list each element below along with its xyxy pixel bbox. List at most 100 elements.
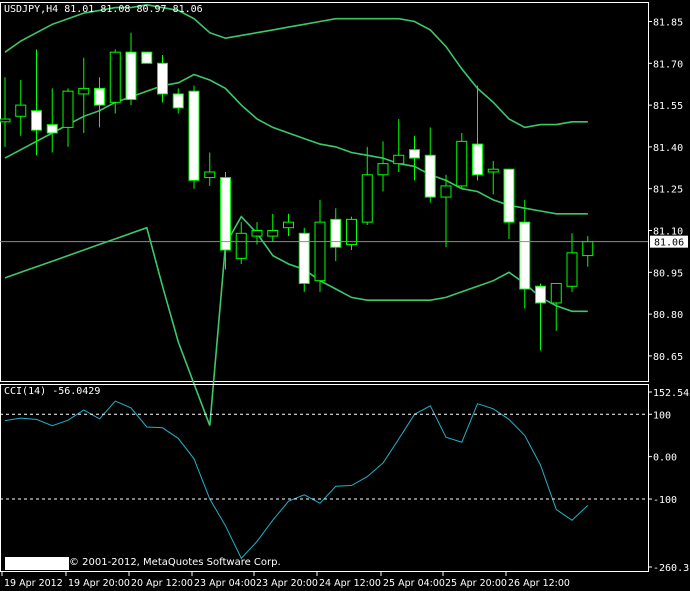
candle-body-down [157,62,168,95]
candle[interactable] [172,88,184,114]
candle-body-up [314,221,326,282]
candle-body-down [94,87,105,106]
time-tick-label: 19 Apr 20:00 [68,578,130,589]
candle-body-up [109,51,121,103]
cci-title: CCI(14) [4,386,47,397]
price-tick-label: 80.80 [653,310,683,321]
candle[interactable] [487,160,499,195]
candle-body-down [220,177,231,251]
bollinger-bands [4,3,588,426]
candle-body-up [346,218,357,245]
cci-header: CCI(14) -56.0429 [4,386,100,397]
candle-body-up [62,90,74,128]
cci-current-value: -56.0429 [52,386,101,397]
symbol-label: USDJPY,H4 [4,4,59,15]
candle[interactable] [424,127,436,203]
time-tick-label: 25 Apr 04:00 [383,578,445,589]
candle-body-up [487,168,499,173]
candle-body-up [78,87,90,95]
candle-body-up [283,221,294,229]
cci-axis: 152.5452 100 0.00 -100 -260.3164 [0,388,690,574]
candle-body-down [188,90,200,181]
candle-body-up [440,185,452,198]
cci-tick-label: 152.5452 [653,388,690,399]
candle-body-up [267,230,279,237]
candle[interactable] [62,88,74,147]
candle[interactable] [377,141,389,192]
candle[interactable] [456,132,468,189]
main-border [0,2,649,382]
candle[interactable] [204,152,216,186]
candle[interactable] [503,168,515,239]
candle[interactable] [235,222,247,264]
candle-body-up [0,118,11,123]
candle-body-up [582,241,594,257]
candle[interactable] [346,216,357,251]
candle-body-down [31,110,42,131]
candle[interactable] [94,77,105,128]
candle-body-up [456,140,468,187]
candle[interactable] [409,135,420,181]
candle[interactable] [157,54,168,103]
candle-body-down [141,51,153,64]
time-tick-label: 23 Apr 20:00 [256,578,318,589]
candle[interactable] [0,77,11,147]
price-tick-label: 81.25 [653,185,683,196]
candle[interactable] [15,80,27,136]
candle-body-down [519,221,531,290]
candle-body-down [172,93,184,109]
candle[interactable] [251,222,263,245]
chart-canvas[interactable]: 81.8581.7081.5581.4081.2581.1080.9580.80… [0,0,690,591]
candle-body-up [251,230,263,237]
price-tick-label: 80.65 [653,352,683,363]
time-tick-label: 19 Apr 2012 [4,578,63,589]
candle[interactable] [582,236,594,267]
cci-border [0,384,649,572]
candle[interactable] [440,174,452,248]
candle-body-down [298,232,310,284]
candle[interactable] [519,199,531,309]
candle[interactable] [125,32,137,106]
candle[interactable] [314,199,326,292]
cci-indicator [4,400,589,560]
time-tick-label: 24 Apr 12:00 [319,578,381,589]
candle-body-up [550,282,562,304]
price-tick-label: 81.70 [653,59,683,70]
candle[interactable] [267,213,279,242]
candle[interactable] [535,283,546,351]
bollinger-middle [4,73,588,215]
candle-body-down [125,51,137,101]
candle[interactable] [188,85,200,189]
candle-body-down [472,143,483,176]
candle[interactable] [46,88,58,153]
current-price-label: 81.06 [654,238,684,249]
time-tick-label: 25 Apr 20:00 [445,578,507,589]
bollinger-upper [4,3,588,129]
cci-line [4,400,589,560]
candle[interactable] [78,57,90,133]
candle-body-up [204,171,216,179]
price-tick-label: 81.40 [653,143,683,154]
price-tick-label: 81.55 [653,101,683,112]
time-tick-label: 23 Apr 04:00 [194,578,256,589]
candle[interactable] [220,171,231,270]
candle[interactable] [298,227,310,292]
candle[interactable] [393,119,405,172]
copyright-text: © 2001-2012, MetaQuotes Software Corp. [69,557,281,568]
candle[interactable] [361,146,373,225]
candle-body-down [330,218,342,248]
candle-body-up [377,163,389,176]
candle[interactable] [141,51,153,64]
candle[interactable] [472,85,483,181]
cci-tick-label: 0.00 [653,453,677,464]
price-tick-label: 80.95 [653,268,683,279]
candle-body-up [361,174,373,223]
time-axis: 19 Apr 2012 19 Apr 20:00 20 Apr 12:00 23 Ap… [1,572,570,589]
cci-tick-label: -100 [653,495,677,506]
candle[interactable] [330,208,342,262]
candles[interactable] [0,32,594,351]
time-tick-label: 26 Apr 12:00 [508,578,570,589]
candle-body-down [46,124,58,134]
candle[interactable] [283,213,294,237]
chart-header: USDJPY,H4 81.01 81.08 80.97 81.06 [4,4,203,15]
